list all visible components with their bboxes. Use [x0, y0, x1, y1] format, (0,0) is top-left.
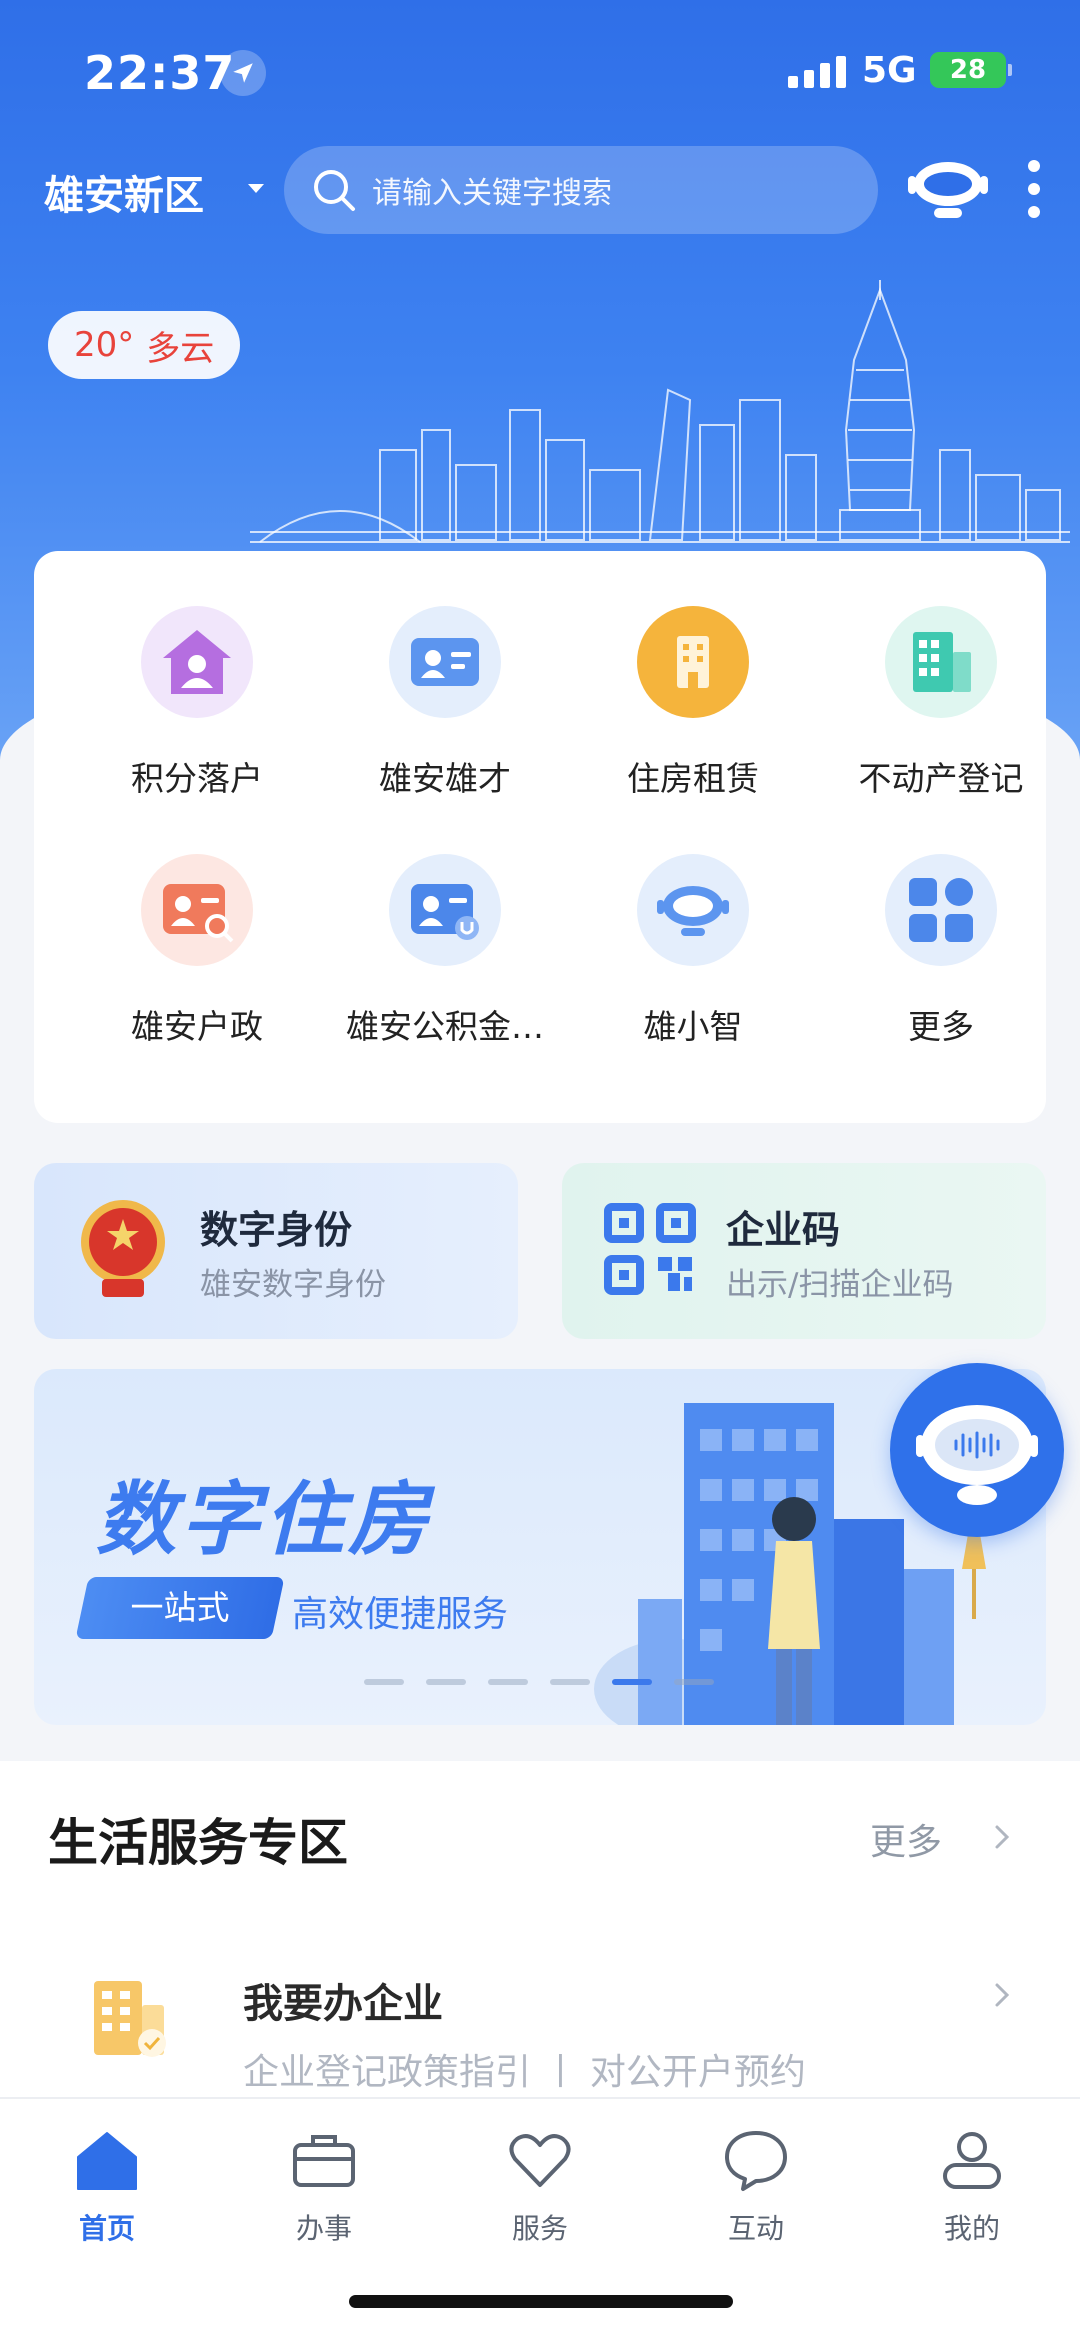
id-search-icon: [141, 854, 253, 966]
tab-label: 首页: [78, 2212, 135, 2245]
service-label: 雄安公积金…: [346, 1007, 544, 1046]
home-icon: [77, 2132, 137, 2190]
page-dot: [426, 1679, 466, 1685]
briefcase-icon: [293, 2135, 355, 2187]
tab-label: 办事: [295, 2212, 352, 2245]
national-emblem-icon: [81, 1200, 165, 1297]
city-skyline-illustration: [250, 280, 1070, 543]
weather-badge[interactable]: 20° 多云: [48, 311, 241, 379]
robot-icon: [637, 854, 749, 966]
page-dot: [550, 1679, 590, 1685]
caret-down-icon[interactable]: [248, 184, 264, 193]
tab-home[interactable]: 首页: [37, 2127, 177, 2247]
chevron-right-icon[interactable]: [984, 1977, 1020, 2013]
page-dot: [364, 1679, 404, 1685]
weather-condition: 多云: [146, 328, 215, 369]
banner-pagination: [364, 1679, 714, 1685]
service-smart-assistant[interactable]: 雄小智: [568, 854, 818, 1048]
home-indicator: [349, 2295, 733, 2308]
banner-subtitle: 高效便捷服务: [292, 1594, 509, 1635]
more-options-icon[interactable]: [1026, 160, 1042, 218]
services-card: 积分落户 雄安雄才 住房租赁 不动产登记 雄安户政 雄安公积金… 雄小智 更多: [34, 551, 1046, 1123]
battery-tip: [1008, 64, 1012, 76]
tab-mine[interactable]: 我的: [902, 2127, 1042, 2247]
signal-icon: [788, 56, 846, 88]
service-household-registration[interactable]: 雄安户政: [72, 854, 322, 1048]
tab-affairs[interactable]: 办事: [254, 2127, 394, 2247]
network-type: 5G: [862, 50, 917, 91]
tab-label: 服务: [511, 2212, 568, 2245]
service-label: 住房租赁: [627, 759, 759, 798]
qr-code-icon: [604, 1203, 696, 1295]
service-item-subtitle: 企业登记政策指引 丨 对公开户预约: [243, 2052, 806, 2093]
digital-id-card[interactable]: 数字身份 雄安数字身份: [34, 1163, 518, 1339]
enterprise-code-card[interactable]: 企业码 出示/扫描企业码: [562, 1163, 1046, 1339]
tab-services[interactable]: 服务: [470, 2127, 610, 2247]
service-label: 雄小智: [643, 1007, 743, 1046]
service-talent[interactable]: 雄安雄才: [320, 606, 570, 800]
robot-assistant-icon[interactable]: [906, 154, 990, 224]
enterprise-code-subtitle: 出示/扫描企业码: [726, 1267, 954, 1303]
service-points-settlement[interactable]: 积分落户: [72, 606, 322, 800]
grid-more-icon: [885, 854, 997, 966]
service-item-title[interactable]: 我要办企业: [243, 1971, 443, 2029]
search-bar[interactable]: 请输入关键字搜索: [284, 146, 878, 234]
digital-id-subtitle: 雄安数字身份: [200, 1267, 386, 1303]
life-services-section: 生活服务专区 更多 我要办企业 企业登记政策指引 丨 对公开户预约: [0, 1761, 1080, 2097]
floating-voice-assistant[interactable]: [890, 1363, 1064, 1537]
region-selector[interactable]: 雄安新区: [44, 163, 204, 221]
service-more[interactable]: 更多: [816, 854, 1066, 1048]
service-housing-fund[interactable]: 雄安公积金…: [320, 854, 570, 1048]
status-time: 22:37: [84, 46, 236, 100]
search-icon: [314, 170, 355, 211]
building-icon: [637, 606, 749, 718]
section-title: 生活服务专区: [48, 1814, 348, 1872]
heart-icon: [509, 2134, 571, 2187]
chevron-right-icon[interactable]: [984, 1819, 1020, 1855]
battery-indicator: 28: [930, 52, 1006, 88]
service-label: 雄安雄才: [379, 759, 511, 798]
user-icon: [943, 2132, 1001, 2189]
weather-temperature: 20°: [74, 325, 135, 365]
search-placeholder: 请输入关键字搜索: [372, 176, 612, 211]
service-real-estate[interactable]: 不动产登记: [816, 606, 1066, 800]
house-person-icon: [141, 606, 253, 718]
tab-label: 我的: [943, 2212, 1000, 2245]
page-dot-active: [612, 1679, 652, 1685]
tab-label: 互动: [727, 2212, 784, 2245]
chat-bubble-icon: [725, 2131, 787, 2191]
id-fund-icon: [389, 854, 501, 966]
id-card-icon: [389, 606, 501, 718]
voice-robot-icon: [916, 1405, 1038, 1505]
status-bar: 22:37 5G 28: [0, 40, 1080, 110]
service-label: 雄安户政: [131, 1007, 263, 1046]
service-housing-rental[interactable]: 住房租赁: [568, 606, 818, 800]
location-arrow-icon: [220, 50, 266, 96]
page-dot: [674, 1679, 714, 1685]
enterprise-building-icon: [94, 1981, 166, 2057]
service-label: 积分落户: [131, 759, 263, 798]
service-label: 不动产登记: [858, 759, 1024, 798]
service-label: 更多: [908, 1007, 974, 1046]
banner-title: 数字住房: [96, 1473, 432, 1566]
section-more-link[interactable]: 更多: [870, 1813, 942, 1865]
tab-interaction[interactable]: 互动: [686, 2127, 826, 2247]
banner-tag: 一站式: [75, 1577, 285, 1639]
digital-id-title: 数字身份: [200, 1208, 353, 1252]
page-dot: [488, 1679, 528, 1685]
office-building-icon: [885, 606, 997, 718]
enterprise-code-title: 企业码: [726, 1208, 841, 1252]
